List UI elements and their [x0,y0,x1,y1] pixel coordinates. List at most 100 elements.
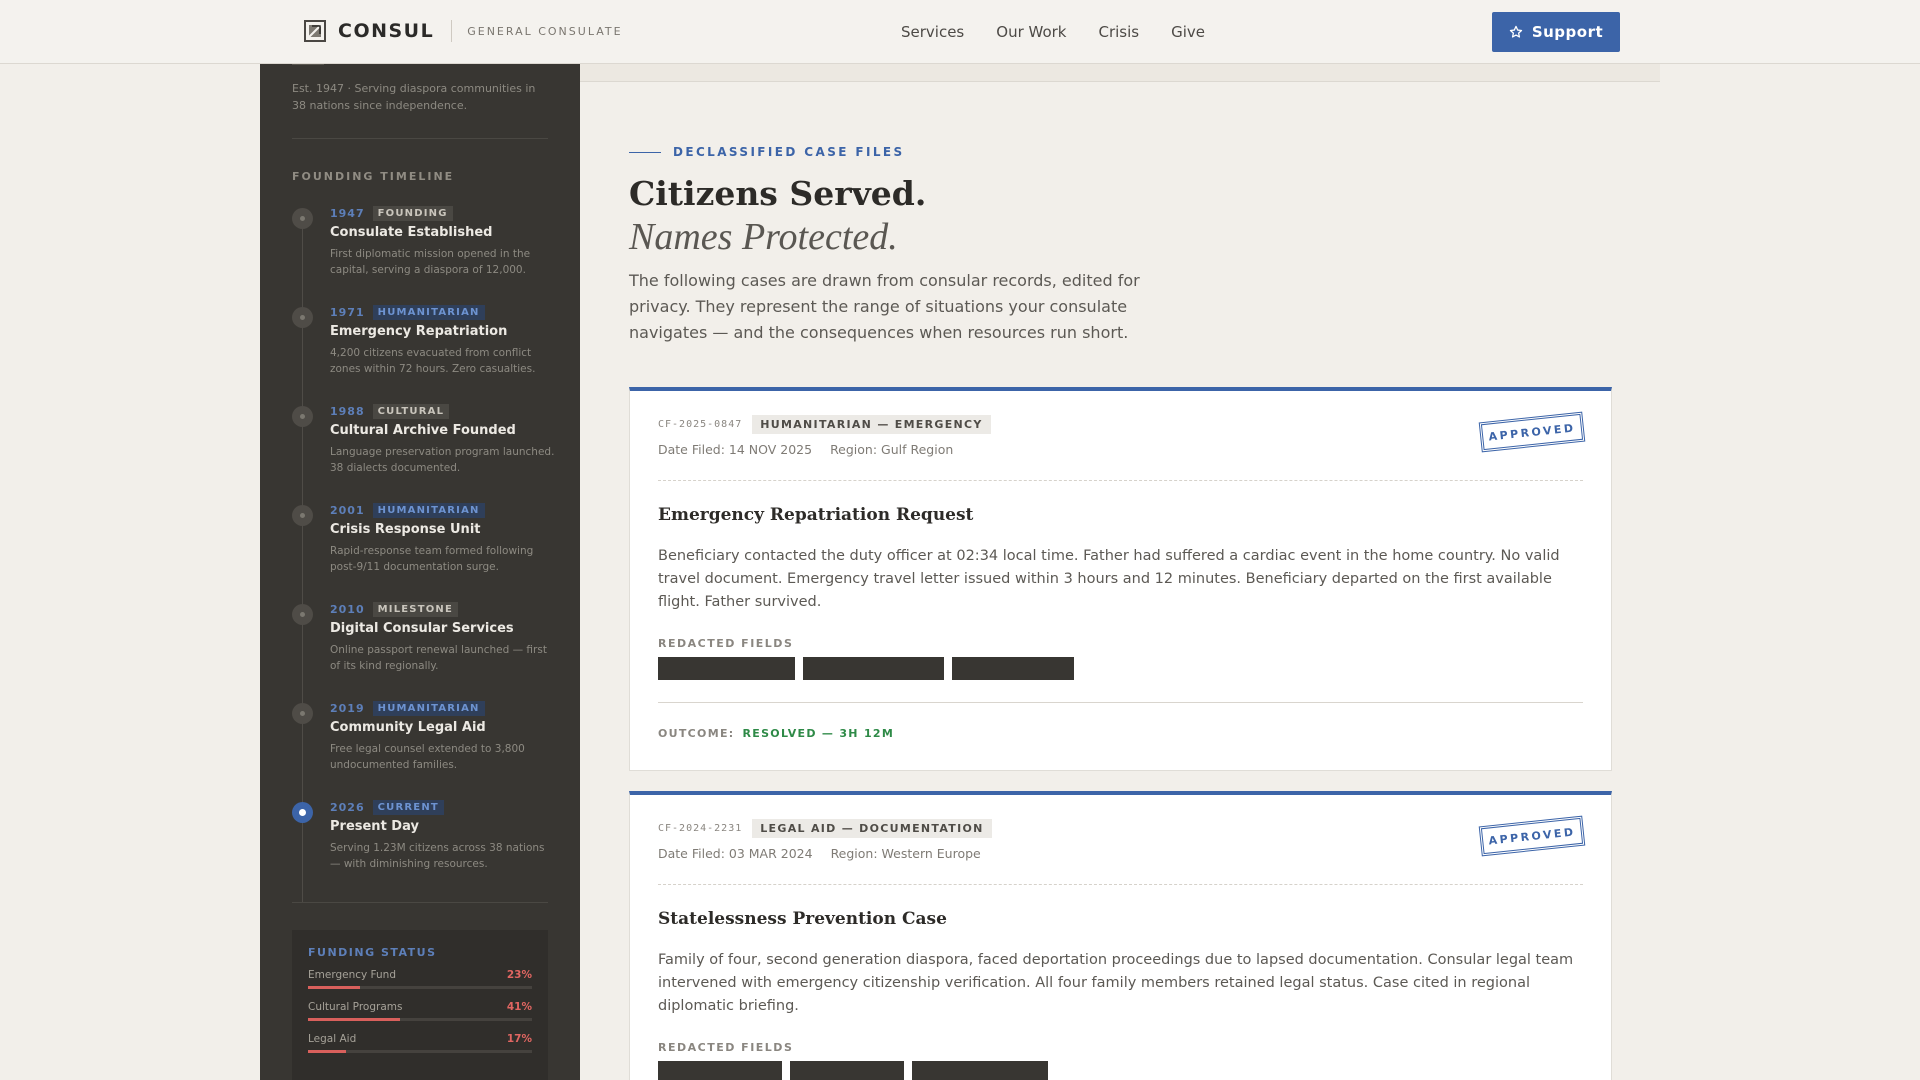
case-title: Statelessness Prevention Case [658,909,947,929]
case-file-card: CF-2024-2231 LEGAL AID — DOCUMENTATION D… [629,791,1612,1080]
timeline-tag: HUMANITARIAN [372,503,485,518]
redacted-bar [658,657,795,680]
redacted-fields [658,1061,1056,1080]
main-nav: Services Our Work Crisis Give [901,23,1237,41]
case-id: CF-2025-0847 [658,419,743,430]
case-meta: Date Filed: 03 MAR 2024 Region: Western … [658,846,995,861]
funding-title: FUNDING STATUS [308,946,437,959]
redacted-fields-label: REDACTED FIELDS [658,1041,794,1054]
redacted-bar [803,657,944,680]
case-file-card: CF-2025-0847 HUMANITARIAN — EMERGENCY Da… [629,387,1612,771]
timeline-year: 2010 [330,603,365,616]
timeline-event-desc: 4,200 citizens evacuated from conflict z… [330,347,536,375]
timeline-event-desc: Free legal counsel extended to 3,800 und… [330,743,525,771]
funding-percent: 23% [506,969,532,981]
case-region: Region: Gulf Region [830,442,954,457]
approved-stamp: APPROVED [1478,411,1586,453]
consulate-logo-icon [304,20,326,42]
timeline-tag: HUMANITARIAN [372,701,485,716]
timeline-dot [292,208,313,229]
timeline-year: 2026 [330,801,365,814]
case-region: Region: Western Europe [830,846,981,861]
eyebrow-text: DECLASSIFIED CASE FILES [673,145,905,159]
sidebar-top-rule [292,64,324,65]
funding-bar-track [308,1018,532,1021]
timeline-tag: HUMANITARIAN [372,305,485,320]
funding-bar-track [308,1050,532,1053]
brand[interactable]: CONSUL GENERAL CONSULATE [304,20,623,42]
eyebrow-rule [629,151,661,153]
nav-services[interactable]: Services [901,23,964,41]
top-navbar: CONSUL GENERAL CONSULATE Services Our Wo… [0,0,1920,64]
timeline-year: 1947 [330,207,365,220]
redacted-fields-label: REDACTED FIELDS [658,637,794,650]
page-subtitle: Names Protected. [629,216,898,258]
case-date: Date Filed: 03 MAR 2024 [658,846,813,861]
funding-bar-fill [308,1018,400,1021]
redacted-bar [658,1061,782,1080]
timeline-tag: CURRENT [372,800,444,815]
timeline-year: 2001 [330,504,365,517]
approved-stamp: APPROVED [1478,815,1586,857]
star-icon [1509,25,1523,38]
sidebar-divider [292,138,548,139]
timeline-event-name: Consulate Established [330,225,493,240]
funding-label: Legal Aid [308,1033,357,1045]
timeline-event-desc: Rapid-response team formed following pos… [330,545,534,573]
timeline-dot [292,604,313,625]
funding-bar-fill [308,1050,347,1053]
page-description: The following cases are drawn from consu… [629,271,1140,342]
redacted-fields [658,657,1082,680]
funding-label: Emergency Fund [308,969,396,981]
page-title: Citizens Served. [629,174,927,213]
timeline-dot [292,703,313,724]
timeline-event-name: Community Legal Aid [330,720,486,735]
redacted-bar [952,657,1074,680]
redacted-bar [790,1061,904,1080]
timeline-dot [292,505,313,526]
timeline-event-desc: First diplomatic mission opened in the c… [330,248,531,276]
funding-bar-fill [308,986,360,989]
timeline-event-name: Crisis Response Unit [330,522,481,537]
brand-name: CONSUL [338,20,435,42]
timeline-dot [292,406,313,427]
nav-give[interactable]: Give [1171,23,1205,41]
timeline-event-desc: Serving 1.23M citizens across 38 nations… [330,842,545,870]
outcome-label: OUTCOME: [658,727,735,740]
timeline-year: 2019 [330,702,365,715]
brand-subtitle: GENERAL CONSULATE [467,24,623,38]
timeline-tag: FOUNDING [372,206,453,221]
funding-percent: 41% [506,1001,532,1013]
funding-row: Emergency Fund 23% [308,969,532,1001]
funding-status-panel: FUNDING STATUS Emergency Fund 23% Cultur… [292,930,548,1080]
outcome-value: RESOLVED — 3H 12M [742,727,895,740]
case-body: Beneficiary contacted the duty officer a… [658,548,1560,610]
funding-label: Cultural Programs [308,1001,403,1013]
timeline-dot-current [292,802,313,823]
case-outcome: OUTCOME: RESOLVED — 3H 12M [658,727,894,740]
timeline-tag: CULTURAL [372,404,450,419]
funding-percent: 17% [506,1033,532,1045]
case-divider [658,884,1583,885]
case-id: CF-2024-2231 [658,823,743,834]
history-sidebar: Est. 1947 · Serving diaspora communities… [260,64,580,1080]
case-body: Family of four, second generation diaspo… [658,952,1574,1014]
timeline-tag: MILESTONE [372,602,459,617]
section-eyebrow: DECLASSIFIED CASE FILES [629,145,905,159]
redacted-bar [912,1061,1048,1080]
timeline-event-name: Emergency Repatriation [330,324,508,339]
support-button[interactable]: Support [1492,12,1620,52]
funding-bar-track [308,986,532,989]
funding-row: Cultural Programs 41% [308,1001,532,1033]
timeline-event-desc: Online passport renewal launched — first… [330,644,547,672]
case-category-badge: LEGAL AID — DOCUMENTATION [752,819,992,838]
timeline-year: 1971 [330,306,365,319]
nav-our-work[interactable]: Our Work [996,23,1066,41]
support-button-label: Support [1531,23,1604,41]
nav-crisis[interactable]: Crisis [1099,23,1140,41]
timeline-year: 1988 [330,405,365,418]
timeline-event-desc: Language preservation program launched. … [330,446,555,474]
case-meta: Date Filed: 14 NOV 2025 Region: Gulf Reg… [658,442,967,457]
timeline-event-name: Present Day [330,819,419,834]
case-category-badge: HUMANITARIAN — EMERGENCY [752,415,991,434]
